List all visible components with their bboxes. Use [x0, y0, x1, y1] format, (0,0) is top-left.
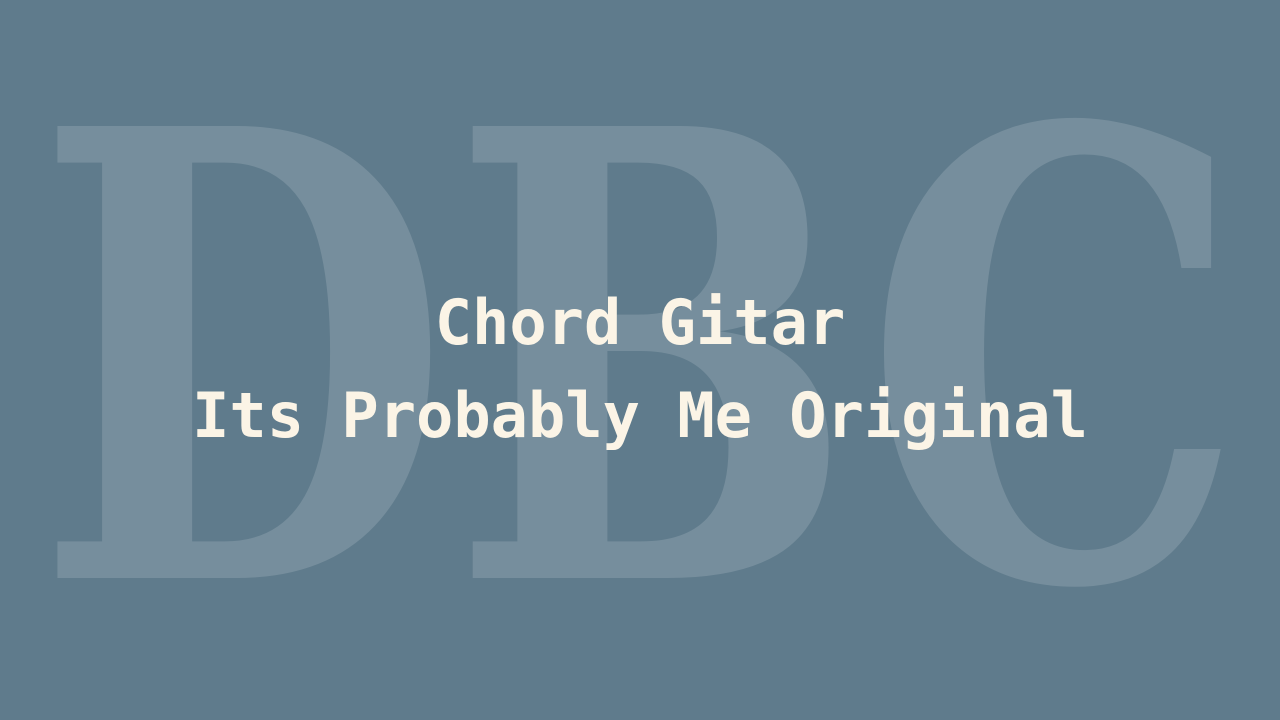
page-title: Chord Gitar Its Probably Me Original: [0, 276, 1280, 462]
title-line-1: Chord Gitar: [434, 286, 846, 359]
title-line-2: Its Probably Me Original: [192, 379, 1088, 452]
